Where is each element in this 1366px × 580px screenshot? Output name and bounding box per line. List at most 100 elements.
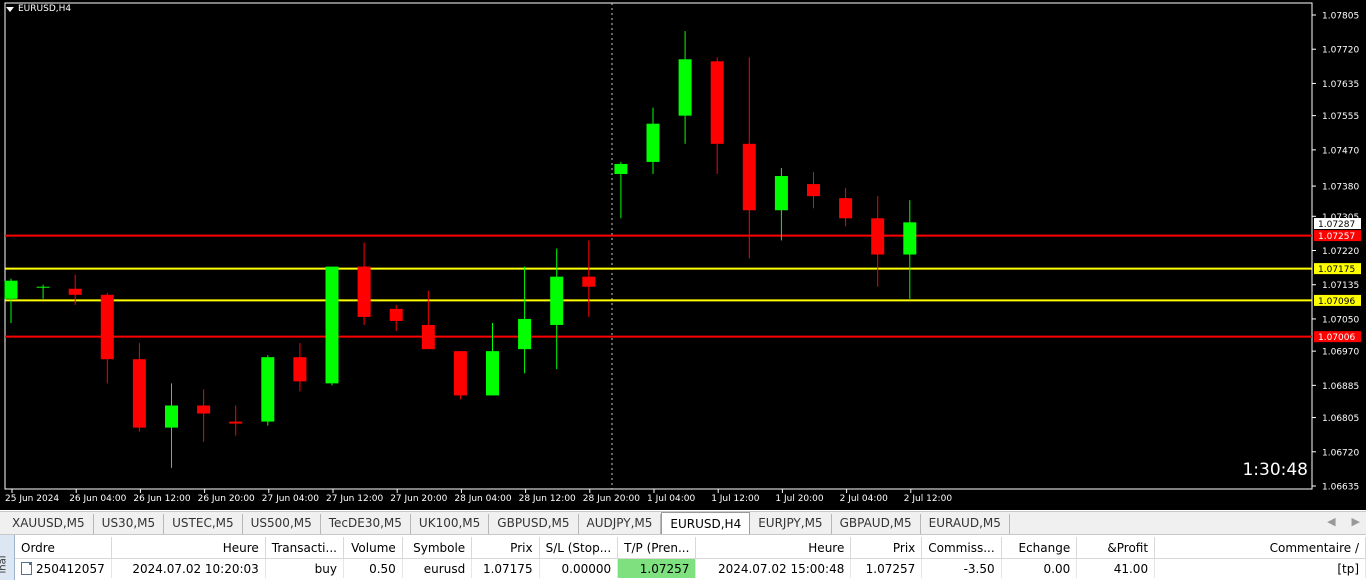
time-tick-label: 1 Jul 12:00 [711,494,760,504]
price-chart[interactable]: 1.07805 1.07720 1.07635 1.07555 1.07470 1.073… [0,0,1366,510]
candle-body [197,405,211,414]
candle-body [486,351,499,396]
time-tick-label: 2 Jul 04:00 [840,494,889,504]
table-cell: 1.07257 [617,558,697,578]
candle-body [261,357,275,422]
column-header[interactable]: Prix [471,537,540,559]
table-cell: buy [265,558,344,578]
price-tick-label: 1.07050 [1322,315,1359,325]
column-header[interactable]: Commentaire / [1154,537,1366,559]
bearish-candle [839,188,853,227]
price-tick-label: 1.06970 [1322,348,1359,358]
bearish-candle [871,196,885,287]
column-header[interactable]: Heure [111,537,266,559]
time-tick-label: 28 Jun 04:00 [454,494,511,504]
table-cell: 0.50 [343,558,403,578]
price-tick-label: 1.07135 [1322,281,1359,291]
scroll-left-icon[interactable]: ◀ [1327,515,1335,528]
level-price-label: 1.07257 [1318,232,1355,242]
table-cell: 250412057 [15,558,112,578]
column-header[interactable]: Commiss... [921,537,1002,559]
chart-tabs: XAUUSD,M5 US30,M5 USTEC,M5 US500,M5 TecDE30,… [4,512,1010,534]
terminal-side-tab[interactable]: inal [0,535,15,580]
column-header[interactable]: Heure [695,537,852,559]
bearish-candle [710,57,724,175]
candle-body [550,276,564,325]
chart-symbol-title[interactable]: EURUSD,H4 [6,4,71,14]
candle-body [839,198,853,219]
bullish-candle [614,161,628,219]
column-header[interactable]: Echange [1001,537,1078,559]
time-tick-label: 26 Jun 20:00 [198,494,255,504]
time-tick-label: 2 Jul 12:00 [904,494,953,504]
tab-uk100-m5[interactable]: UK100,M5 [411,514,490,534]
price-tick-label: 1.07805 [1322,12,1359,22]
column-header[interactable]: &Profit [1076,537,1156,559]
time-tick-label: 27 Jun 04:00 [262,494,319,504]
price-tick-label: 1.07220 [1322,247,1359,257]
candle-body [389,308,403,321]
candle-body [357,266,371,317]
candle-body [132,359,146,428]
candle-body [774,176,788,211]
tab-audjpy-m5[interactable]: AUDJPY,M5 [579,514,662,534]
table-cell: 2024.07.02 10:20:03 [111,558,266,578]
bearish-candle [357,242,371,325]
bearish-candle [197,389,211,442]
candle-body [710,61,724,144]
tab-ustec-m5[interactable]: USTEC,M5 [164,514,243,534]
candle-body [68,288,82,295]
time-tick-label: 28 Jun 20:00 [583,494,640,504]
bearish-candle [132,343,146,432]
column-header[interactable]: S/L (Stop... [539,537,619,559]
time-tick-label: 26 Jun 04:00 [69,494,126,504]
candlestick-chart: 1.07805 1.07720 1.07635 1.07555 1.07470 1.073… [4,2,1361,504]
tab-us500-m5[interactable]: US500,M5 [243,514,321,534]
bearish-candle [807,172,820,209]
candle-body [678,59,692,116]
level-price-label: 1.07006 [1318,333,1355,343]
bullish-candle [774,167,788,241]
table-cell: [tp] [1154,558,1366,578]
price-tick-label: 1.06805 [1322,414,1359,424]
candle-body [871,218,885,255]
table-row[interactable]: 250412057 2024.07.02 10:20:03 buy 0.50 eurus… [15,558,1366,578]
scroll-right-icon[interactable]: ▶ [1352,515,1360,528]
price-tick-label: 1.07635 [1322,80,1359,90]
tab-euraud-m5[interactable]: EURAUD,M5 [921,514,1010,534]
candle-body [229,421,243,424]
table-cell: 1.07175 [471,558,540,578]
tab-gbpaud-m5[interactable]: GBPAUD,M5 [832,514,921,534]
tab-eurusd-h4[interactable]: EURUSD,H4 [661,512,751,534]
time-tick-label: 1 Jul 20:00 [775,494,824,504]
candle-body [325,266,339,384]
column-header[interactable]: Transacti... [265,537,344,559]
plot-frame [4,2,1313,490]
tab-us30-m5[interactable]: US30,M5 [94,514,165,534]
tab-eurjpy-m5[interactable]: EURJPY,M5 [750,514,832,534]
bearish-candle [453,351,467,400]
candle-body [646,123,660,162]
bullish-candle [518,266,532,374]
column-header[interactable]: Symbole [402,537,473,559]
column-header[interactable]: Ordre [15,537,112,559]
table-cell: eurusd [402,558,473,578]
table-cell: -3.50 [921,558,1002,578]
candle-body [742,143,756,211]
tab-xauusd-m5[interactable]: XAUUSD,M5 [4,514,94,534]
tab-gbpusd-m5[interactable]: GBPUSD,M5 [489,514,579,534]
table-cell: 0.00000 [539,558,619,578]
candle-body [807,184,820,197]
time-tick-label: 28 Jun 12:00 [519,494,576,504]
tab-tecde30-m5[interactable]: TecDE30,M5 [321,514,411,534]
column-header[interactable]: T/P (Pren... [617,537,697,559]
table-cell: 2024.07.02 15:00:48 [695,558,852,578]
candle-body [100,294,114,360]
column-header[interactable]: Prix [850,537,923,559]
column-header[interactable]: Volume [343,537,403,559]
table-header-row: Ordre Heure Transacti... Volume Symbole Prix S… [15,537,1366,559]
bar-countdown-timer: 1:30:48 [1242,460,1308,480]
bullish-candle [261,355,275,426]
time-tick-label: 27 Jun 12:00 [326,494,383,504]
bearish-candle [293,343,307,392]
